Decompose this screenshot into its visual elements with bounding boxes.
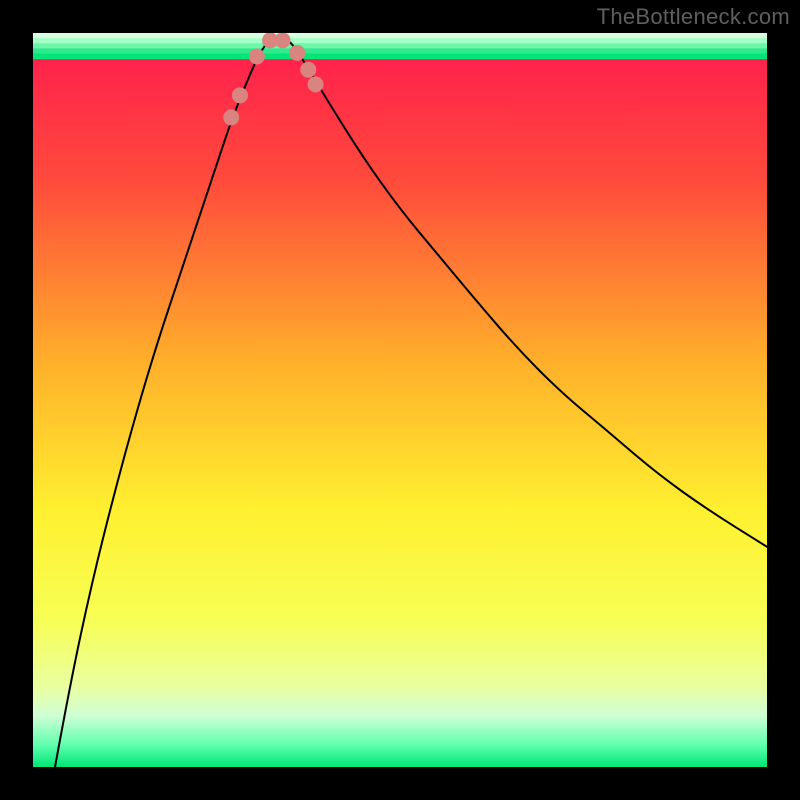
chart-stage: TheBottleneck.com <box>0 0 800 800</box>
curve-marker <box>223 109 239 125</box>
green-band <box>33 33 767 59</box>
curve-marker <box>275 32 291 48</box>
curve-marker <box>289 45 305 61</box>
bottleneck-plot <box>0 0 800 800</box>
curve-marker <box>232 87 248 103</box>
curve-marker <box>300 62 316 78</box>
curve-marker <box>249 48 265 64</box>
gradient-background <box>33 33 767 767</box>
watermark-text: TheBottleneck.com <box>597 4 790 30</box>
curve-marker <box>308 76 324 92</box>
